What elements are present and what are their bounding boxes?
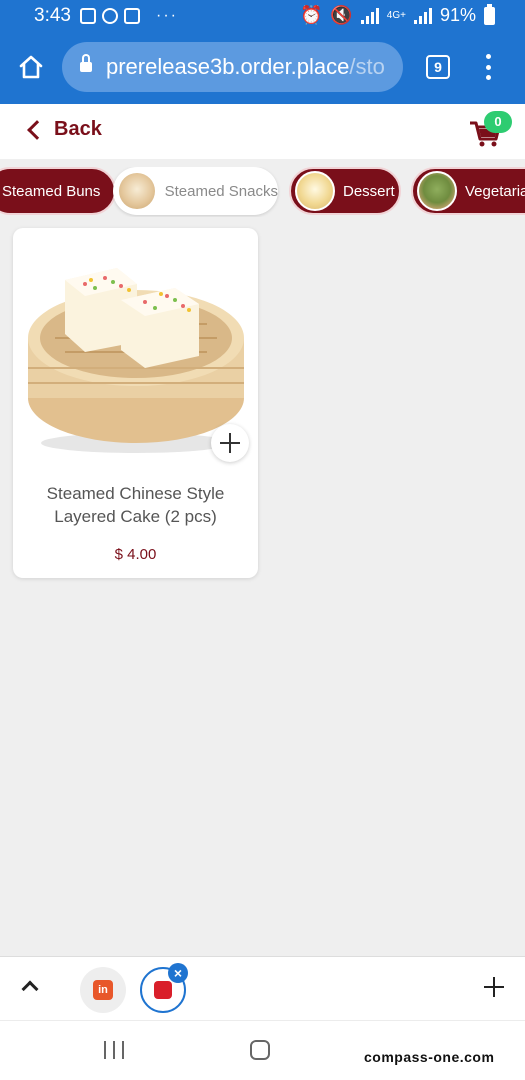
category-tab-steamed-buns[interactable]: Steamed Buns [0,167,117,215]
system-nav-bar: compass-one.com [0,1020,525,1080]
category-label: Steamed Snacks [164,182,278,200]
watermark: compass-one.com [364,1049,495,1065]
signal-icon [360,7,379,24]
more-notifications-icon: ··· [156,7,178,24]
url-host: prerelease3b.order.place [106,54,350,79]
back-button[interactable]: Back [24,118,102,141]
open-tab-1[interactable]: in [80,967,126,1013]
new-tab-icon[interactable] [484,977,504,997]
whatsapp-icon [102,8,118,24]
back-label: Back [54,118,102,140]
product-name: Steamed Chinese Style Layered Cake (2 pc… [46,484,225,526]
chevron-up-icon[interactable] [21,980,39,998]
category-tab-steamed-snacks[interactable]: Steamed Snacks [113,167,278,215]
vegetarian-thumbnail [417,171,457,211]
add-to-cart-button[interactable] [211,424,249,462]
alarm-icon: ⏰ [299,5,323,25]
mute-icon: 🔇 [330,5,353,25]
close-tab-icon[interactable]: × [168,963,188,983]
url-text: prerelease3b.order.place/sto [106,54,385,80]
category-label: Steamed Buns [2,182,101,200]
app-header: Back [0,104,525,159]
product-card[interactable]: Steamed Chinese Style Layered Cake (2 pc… [13,228,258,578]
tab-1-logo: in [93,980,113,1000]
network-type: 4G+ [386,10,406,21]
notification-icons: ··· [80,7,178,25]
status-bar: 3:43 ··· ⏰ 🔇 4G+ 91% [0,0,525,32]
category-tabs: Steamed Buns Steamed Snacks Dessert Vege… [0,167,525,217]
category-tab-dessert[interactable]: Dessert [289,167,401,215]
tab-switcher-button[interactable]: 9 [426,55,450,79]
browser-bottom-toolbar: in × [0,956,525,1020]
more-menu-icon[interactable] [486,54,492,80]
status-time: 3:43 [34,5,71,26]
home-nav-icon[interactable] [250,1040,270,1060]
tab-2-logo [154,981,172,999]
lock-icon [80,54,92,73]
cart-count-badge: 0 [484,111,512,133]
product-image [28,268,244,453]
url-path: /sto [349,54,385,79]
system-indicators: ⏰ 🔇 4G+ 91% [299,3,495,26]
home-icon[interactable] [18,54,44,80]
battery-percent: 91% [439,5,476,25]
category-tab-vegetarian[interactable]: Vegetarian [411,167,525,215]
category-label: Vegetarian [465,182,525,200]
product-price: $ 4.00 [114,546,157,563]
category-label: Dessert [343,182,395,200]
steamed-snacks-thumbnail [117,171,157,211]
browser-toolbar: prerelease3b.order.place/sto 9 [0,32,525,104]
address-bar[interactable]: prerelease3b.order.place/sto [62,42,403,92]
gallery-icon [80,8,96,24]
calendar-icon [124,8,140,24]
dessert-thumbnail [295,171,335,211]
recent-apps-icon[interactable] [104,1041,124,1059]
signal-icon-2 [413,7,432,24]
battery-icon [484,3,495,25]
chevron-left-icon [27,119,47,140]
